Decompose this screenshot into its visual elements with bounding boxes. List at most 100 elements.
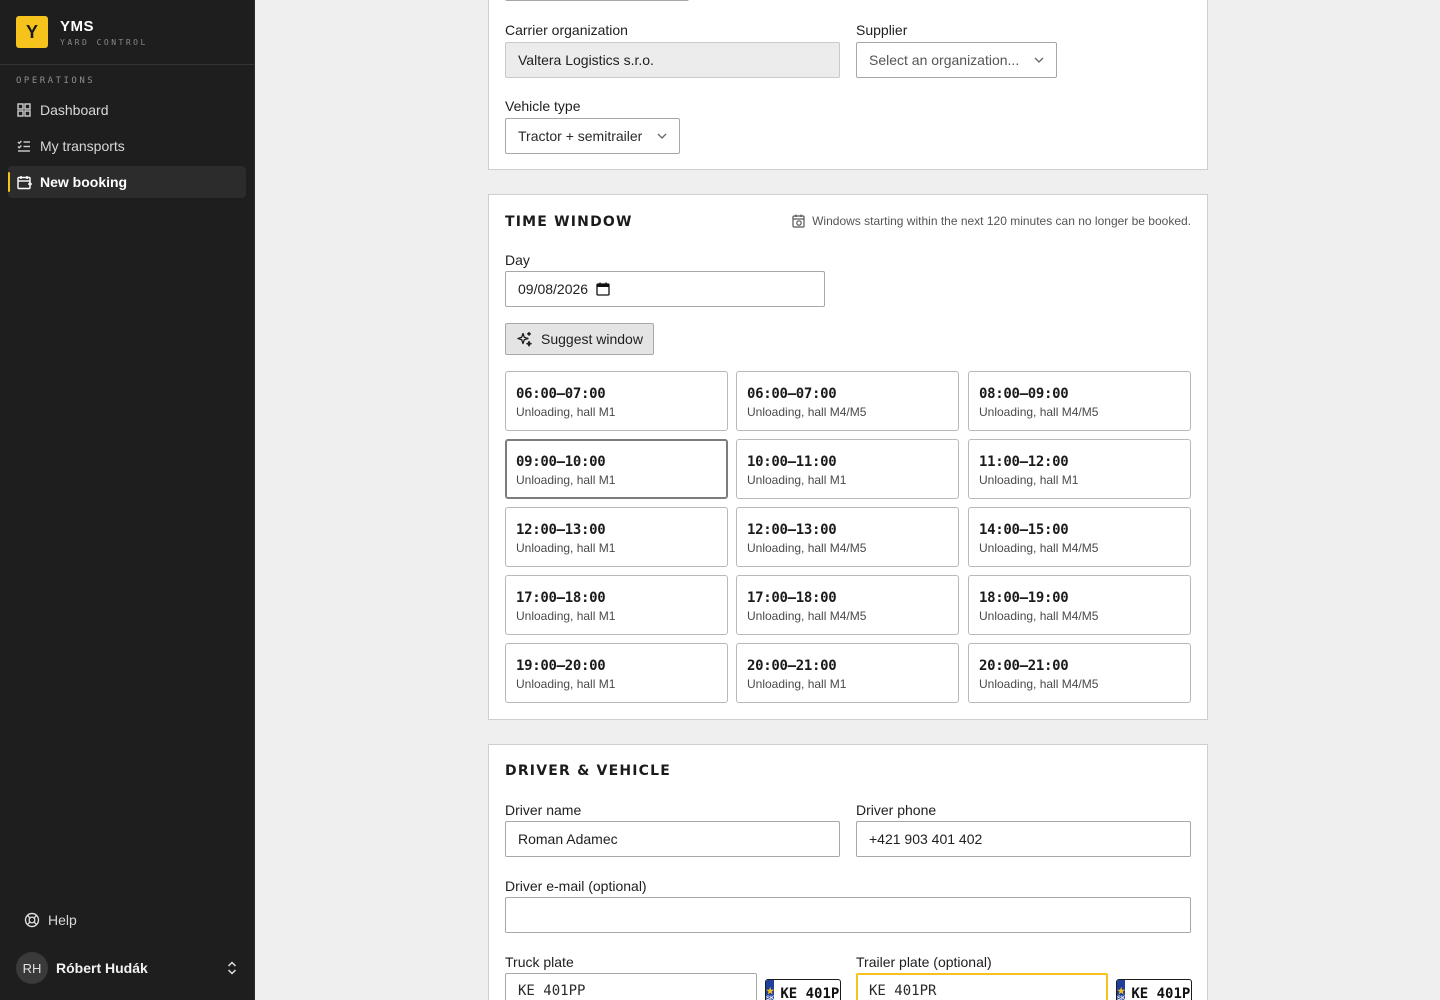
supplier-select[interactable]: Select an organization...: [856, 42, 1057, 78]
time-slot[interactable]: 20:00–21:00 Unloading, hall M1: [736, 643, 959, 703]
time-slot-time: 06:00–07:00: [747, 386, 837, 402]
time-slot-description: Unloading, hall M4/M5: [979, 405, 1099, 419]
time-window-panel: TIME WINDOW Windows starting within the …: [488, 194, 1208, 720]
time-slot[interactable]: 10:00–11:00 Unloading, hall M1: [736, 439, 959, 499]
time-slot[interactable]: 06:00–07:00 Unloading, hall M4/M5: [736, 371, 959, 431]
time-slot-description: Unloading, hall M4/M5: [979, 541, 1099, 555]
eu-flag-icon: ★ SK: [766, 980, 775, 1000]
day-label: Day: [505, 252, 530, 268]
time-slot-description: Unloading, hall M1: [516, 473, 616, 487]
time-slot-description: Unloading, hall M1: [747, 677, 847, 691]
sidebar-item-label: New booking: [40, 174, 128, 190]
vehicle-type-value: Tractor + semitrailer: [518, 128, 643, 144]
day-value: 09/08/2026: [518, 281, 589, 297]
help-label: Help: [48, 912, 77, 928]
time-slot-time: 20:00–21:00: [979, 658, 1069, 674]
time-slot-time: 10:00–11:00: [747, 454, 837, 470]
driver-phone-value: +421 903 401 402: [869, 831, 983, 847]
sparkles-icon: [516, 331, 533, 348]
time-slot-time: 14:00–15:00: [979, 522, 1069, 538]
time-slot-time: 12:00–13:00: [747, 522, 837, 538]
time-slot[interactable]: 20:00–21:00 Unloading, hall M4/M5: [968, 643, 1191, 703]
sidebar-item-new-booking[interactable]: New booking: [8, 166, 246, 198]
sidebar-item-label: My transports: [40, 138, 125, 154]
chevrons-up-down-icon: [226, 961, 238, 975]
nav-section-label: OPERATIONS: [16, 76, 96, 86]
driver-email-label: Driver e-mail (optional): [505, 878, 647, 894]
suggest-window-label: Suggest window: [541, 331, 643, 347]
time-slot-time: 17:00–18:00: [747, 590, 837, 606]
time-slot-description: Unloading, hall M4/M5: [747, 405, 867, 419]
brand-name: YMS: [60, 17, 95, 35]
supplier-label: Supplier: [856, 22, 908, 38]
truck-plate-preview: ★SK KE 401PP: [765, 979, 841, 1000]
vehicle-type-select[interactable]: Tractor + semitrailer: [505, 118, 680, 154]
time-slot-description: Unloading, hall M4/M5: [747, 609, 867, 623]
driver-vehicle-panel: DRIVER & VEHICLE Driver name Roman Adame…: [488, 744, 1208, 1000]
booking-note: Windows starting within the next 120 min…: [792, 214, 1191, 228]
time-slot[interactable]: 06:00–07:00 Unloading, hall M1: [505, 371, 728, 431]
driver-name-label: Driver name: [505, 802, 582, 818]
sidebar-nav: Dashboard My transports New booking: [0, 94, 254, 198]
trailer-plate-input[interactable]: KE 401PR: [856, 973, 1108, 1000]
list-check-icon: [16, 138, 32, 154]
carrier-label: Carrier organization: [505, 22, 628, 38]
booking-note-text: Windows starting within the next 120 min…: [812, 214, 1191, 228]
trailer-plate-preview: ★SK KE 401PR: [1116, 979, 1192, 1000]
supplier-placeholder: Select an organization...: [869, 52, 1020, 68]
time-slot[interactable]: 09:00–10:00 Unloading, hall M1: [505, 439, 728, 499]
sidebar-item-my-transports[interactable]: My transports: [8, 130, 246, 162]
driver-phone-input[interactable]: +421 903 401 402: [856, 821, 1191, 857]
driver-name-value: Roman Adamec: [518, 831, 618, 847]
driver-email-input[interactable]: [505, 897, 1191, 933]
time-slot[interactable]: 18:00–19:00 Unloading, hall M4/M5: [968, 575, 1191, 635]
user-menu[interactable]: RH Róbert Hudák: [16, 952, 238, 984]
driver-name-input[interactable]: Roman Adamec: [505, 821, 840, 857]
time-slot-time: 18:00–19:00: [979, 590, 1069, 606]
carrier-value: Valtera Logistics s.r.o.: [518, 52, 654, 68]
calendar-plus-icon: [16, 174, 32, 190]
avatar: RH: [16, 952, 48, 984]
time-slot[interactable]: 08:00–09:00 Unloading, hall M4/M5: [968, 371, 1191, 431]
day-date-input[interactable]: 09/08/2026: [505, 271, 825, 307]
time-slot[interactable]: 14:00–15:00 Unloading, hall M4/M5: [968, 507, 1191, 567]
sidebar-item-dashboard[interactable]: Dashboard: [8, 94, 246, 126]
sidebar: Y YMS YARD CONTROL OPERATIONS Dashboard …: [0, 0, 255, 1000]
time-slot-description: Unloading, hall M4/M5: [747, 541, 867, 555]
time-slot-description: Unloading, hall M1: [516, 541, 616, 555]
truck-plate-preview-text: KE 401PP: [780, 986, 840, 1000]
grid-icon: [16, 102, 32, 118]
help-link[interactable]: Help: [16, 908, 77, 932]
chevron-down-icon: [657, 133, 667, 139]
user-name: Róbert Hudák: [56, 960, 148, 976]
suggest-window-button[interactable]: Suggest window: [505, 323, 654, 355]
time-slot[interactable]: 19:00–20:00 Unloading, hall M1: [505, 643, 728, 703]
time-slot-time: 09:00–10:00: [516, 454, 606, 470]
sidebar-item-label: Dashboard: [40, 102, 109, 118]
plate-country: SK: [1117, 995, 1126, 1000]
calendar-icon[interactable]: [596, 282, 610, 296]
time-slot-time: 08:00–09:00: [979, 386, 1069, 402]
time-slot[interactable]: 17:00–18:00 Unloading, hall M1: [505, 575, 728, 635]
time-slot-description: Unloading, hall M4/M5: [979, 609, 1099, 623]
brand[interactable]: Y YMS YARD CONTROL: [0, 0, 254, 65]
time-slot-description: Unloading, hall M1: [516, 677, 616, 691]
organization-panel: Carrier organization Valtera Logistics s…: [488, 0, 1208, 170]
time-slot-time: 11:00–12:00: [979, 454, 1069, 470]
carrier-field: Valtera Logistics s.r.o.: [505, 42, 840, 78]
trailer-plate-value: KE 401PR: [869, 983, 937, 999]
time-slot[interactable]: 12:00–13:00 Unloading, hall M4/M5: [736, 507, 959, 567]
truck-plate-input[interactable]: KE 401PP: [505, 973, 757, 1000]
driver-vehicle-title: DRIVER & VEHICLE: [505, 763, 672, 779]
trailer-plate-label: Trailer plate (optional): [856, 954, 992, 970]
time-slot[interactable]: 11:00–12:00 Unloading, hall M1: [968, 439, 1191, 499]
brand-subtitle: YARD CONTROL: [60, 37, 148, 47]
time-slot[interactable]: 12:00–13:00 Unloading, hall M1: [505, 507, 728, 567]
time-slot-description: Unloading, hall M4/M5: [979, 677, 1099, 691]
trailer-plate-preview-text: KE 401PR: [1131, 986, 1191, 1000]
truck-plate-value: KE 401PP: [518, 983, 586, 999]
time-slot-time: 17:00–18:00: [516, 590, 606, 606]
time-slot[interactable]: 17:00–18:00 Unloading, hall M4/M5: [736, 575, 959, 635]
time-slot-description: Unloading, hall M1: [516, 405, 616, 419]
time-slot-time: 06:00–07:00: [516, 386, 606, 402]
